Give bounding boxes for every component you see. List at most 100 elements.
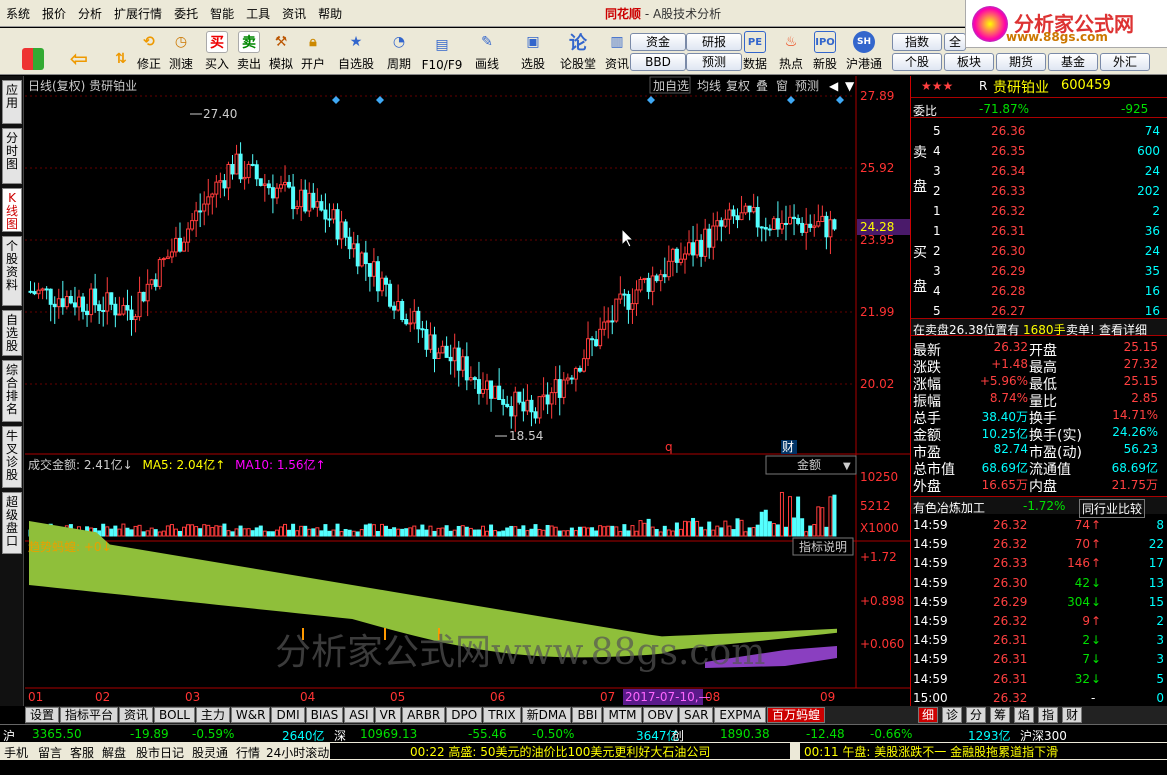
- side-tab-kline[interactable]: K线图: [2, 188, 22, 232]
- right-tab[interactable]: 指: [1038, 707, 1059, 723]
- indicator-tab[interactable]: ARBR: [402, 707, 446, 723]
- indicator-tab[interactable]: 新DMA: [521, 707, 572, 723]
- hot-button[interactable]: ♨ 热点: [774, 30, 808, 72]
- bbd-button[interactable]: BBD: [630, 53, 686, 71]
- news-button[interactable]: ▥ 资讯: [600, 30, 634, 72]
- indicator-tab[interactable]: DPO: [446, 707, 483, 723]
- stock-pick-button[interactable]: ▣ 选股: [516, 30, 550, 72]
- adjust-btn[interactable]: 复权: [726, 79, 750, 93]
- buy-level-row[interactable]: 3 26.29 35: [911, 262, 1167, 280]
- sell-level-row[interactable]: 4 26.35 600: [911, 142, 1167, 160]
- ma-btn[interactable]: 均线: [697, 79, 721, 93]
- message-link[interactable]: 留言: [38, 744, 62, 761]
- side-tab-apps[interactable]: 应用: [2, 80, 22, 124]
- chevron-down-icon[interactable]: ▼: [843, 461, 851, 472]
- indicator-tab[interactable]: VR: [374, 707, 402, 723]
- sector-button[interactable]: 板块: [944, 53, 994, 71]
- menu-help[interactable]: 帮助: [312, 5, 348, 22]
- sell-level-row[interactable]: 5 26.36 74: [911, 122, 1167, 140]
- add-watch-btn[interactable]: 加自选: [653, 79, 689, 93]
- menu-system[interactable]: 系统: [0, 5, 36, 22]
- right-tab[interactable]: 筹: [990, 707, 1011, 723]
- indicator-tab[interactable]: 设置: [25, 707, 60, 723]
- stock-button[interactable]: 个股: [892, 53, 942, 71]
- draw-line-button[interactable]: ✎ 画线: [470, 30, 504, 72]
- rolling-news-link[interactable]: 24小时滚动: [266, 744, 329, 761]
- right-tab[interactable]: 焰: [1014, 707, 1035, 723]
- indicator-tab[interactable]: EXPMA: [714, 707, 767, 723]
- fund-button[interactable]: 资金: [630, 33, 686, 51]
- indicator-tab[interactable]: BOLL: [154, 707, 195, 723]
- indicator-tab[interactable]: 指标平台: [60, 707, 119, 723]
- market-link[interactable]: 行情: [236, 744, 260, 761]
- fix-button[interactable]: ⟲ 修正: [132, 30, 166, 72]
- indicator-tab[interactable]: ASI: [344, 707, 374, 723]
- forecast-button[interactable]: 预测: [686, 53, 742, 71]
- forex-button[interactable]: 外汇: [1100, 53, 1150, 71]
- forecast-btn[interactable]: 预测: [795, 79, 819, 93]
- indicator-tab[interactable]: 资讯: [119, 707, 154, 723]
- sell-level-row[interactable]: 3 26.34 24: [911, 162, 1167, 180]
- forum-button[interactable]: 论论股堂: [558, 30, 598, 72]
- finance-marker[interactable]: 财: [782, 440, 794, 454]
- gulingtong-link[interactable]: 股灵通: [192, 744, 228, 761]
- period-button[interactable]: ◔ 周期: [382, 30, 416, 72]
- depth-detail-link[interactable]: 查看详细: [1099, 321, 1147, 338]
- indicator-tab[interactable]: TRIX: [483, 707, 521, 723]
- news-ticker-1[interactable]: 00:22 高盛: 50美元的油价比100美元更利好大石油公司: [330, 743, 790, 759]
- side-tab-profile[interactable]: 个股资料: [2, 236, 22, 306]
- buy-button[interactable]: 买买入: [200, 30, 234, 72]
- futures-button[interactable]: 期货: [996, 53, 1046, 71]
- prev-arrow-icon[interactable]: ◀: [829, 79, 839, 93]
- back-arrow-icon[interactable]: ⇦: [62, 30, 96, 72]
- new-stock-button[interactable]: IPO 新股: [808, 30, 842, 72]
- buy-level-row[interactable]: 4 26.28 16: [911, 282, 1167, 300]
- indicator-tab[interactable]: MTM: [603, 707, 642, 723]
- indicator-tab[interactable]: 百万蚂蝗: [767, 707, 826, 723]
- side-tab-intraday[interactable]: 分时图: [2, 128, 22, 184]
- event-q-marker[interactable]: q: [665, 440, 673, 454]
- index-button[interactable]: 指数: [892, 33, 942, 51]
- right-tab[interactable]: 诊: [942, 707, 963, 723]
- vol-select[interactable]: 金额: [797, 457, 821, 472]
- indicator-tab[interactable]: W&R: [230, 707, 271, 723]
- diary-link[interactable]: 股市日记: [136, 744, 184, 761]
- analysis-link[interactable]: 解盘: [102, 744, 126, 761]
- window-btn[interactable]: 窗: [776, 79, 788, 93]
- speed-test-button[interactable]: ◷ 测速: [164, 30, 198, 72]
- buy-level-row[interactable]: 1 26.31 36: [911, 222, 1167, 240]
- menu-news[interactable]: 资讯: [276, 5, 312, 22]
- menu-tools[interactable]: 工具: [240, 5, 276, 22]
- industry-name[interactable]: 有色冶炼加工: [913, 499, 985, 516]
- right-tab[interactable]: 分: [966, 707, 987, 723]
- fund2-button[interactable]: 基金: [1048, 53, 1098, 71]
- simulate-button[interactable]: ⚒ 模拟: [264, 30, 298, 72]
- f10-button[interactable]: ▤ F10/F9: [420, 30, 464, 72]
- menu-ext-quote[interactable]: 扩展行情: [108, 5, 168, 22]
- indicator-tab[interactable]: OBV: [642, 707, 679, 723]
- menu-order[interactable]: 委托: [168, 5, 204, 22]
- kline-chart[interactable]: 日线(复权) 贵研铂业 加自选 均线 复权 叠 窗 预测 ◀ ▼ 27.40 1…: [25, 76, 910, 706]
- indicator-tab[interactable]: DMI: [271, 707, 305, 723]
- service-link[interactable]: 客服: [70, 744, 94, 761]
- side-tab-level2[interactable]: 超级盘口: [2, 492, 22, 554]
- sell-button[interactable]: 卖卖出: [232, 30, 266, 72]
- news-ticker-2[interactable]: 00:11 午盘: 美股涨跌不一 金融股拖累道指下滑: [800, 743, 1167, 759]
- right-tab[interactable]: 财: [1062, 707, 1083, 723]
- indicator-tab[interactable]: 主力: [195, 707, 230, 723]
- open-account-button[interactable]: 🔒︎ 开户: [296, 30, 330, 72]
- buy-level-row[interactable]: 2 26.30 24: [911, 242, 1167, 260]
- hk-connect-button[interactable]: SH 沪港通: [844, 30, 884, 72]
- ind-explain-button[interactable]: 指标说明: [799, 539, 847, 554]
- layout-icon[interactable]: [16, 30, 50, 72]
- mobile-link[interactable]: 手机: [4, 744, 28, 761]
- watchlist-button[interactable]: ★ 自选股: [336, 30, 376, 72]
- overlay-btn[interactable]: 叠: [756, 79, 768, 93]
- indicator-tab[interactable]: SAR: [679, 707, 714, 723]
- side-tab-diagnose[interactable]: 牛叉诊股: [2, 426, 22, 488]
- menu-smart[interactable]: 智能: [204, 5, 240, 22]
- dropdown-arrow-icon[interactable]: ▼: [845, 79, 855, 93]
- indicator-tab[interactable]: BBI: [572, 707, 603, 723]
- right-tab[interactable]: 细: [918, 707, 939, 723]
- data-button[interactable]: PE 数据: [738, 30, 772, 72]
